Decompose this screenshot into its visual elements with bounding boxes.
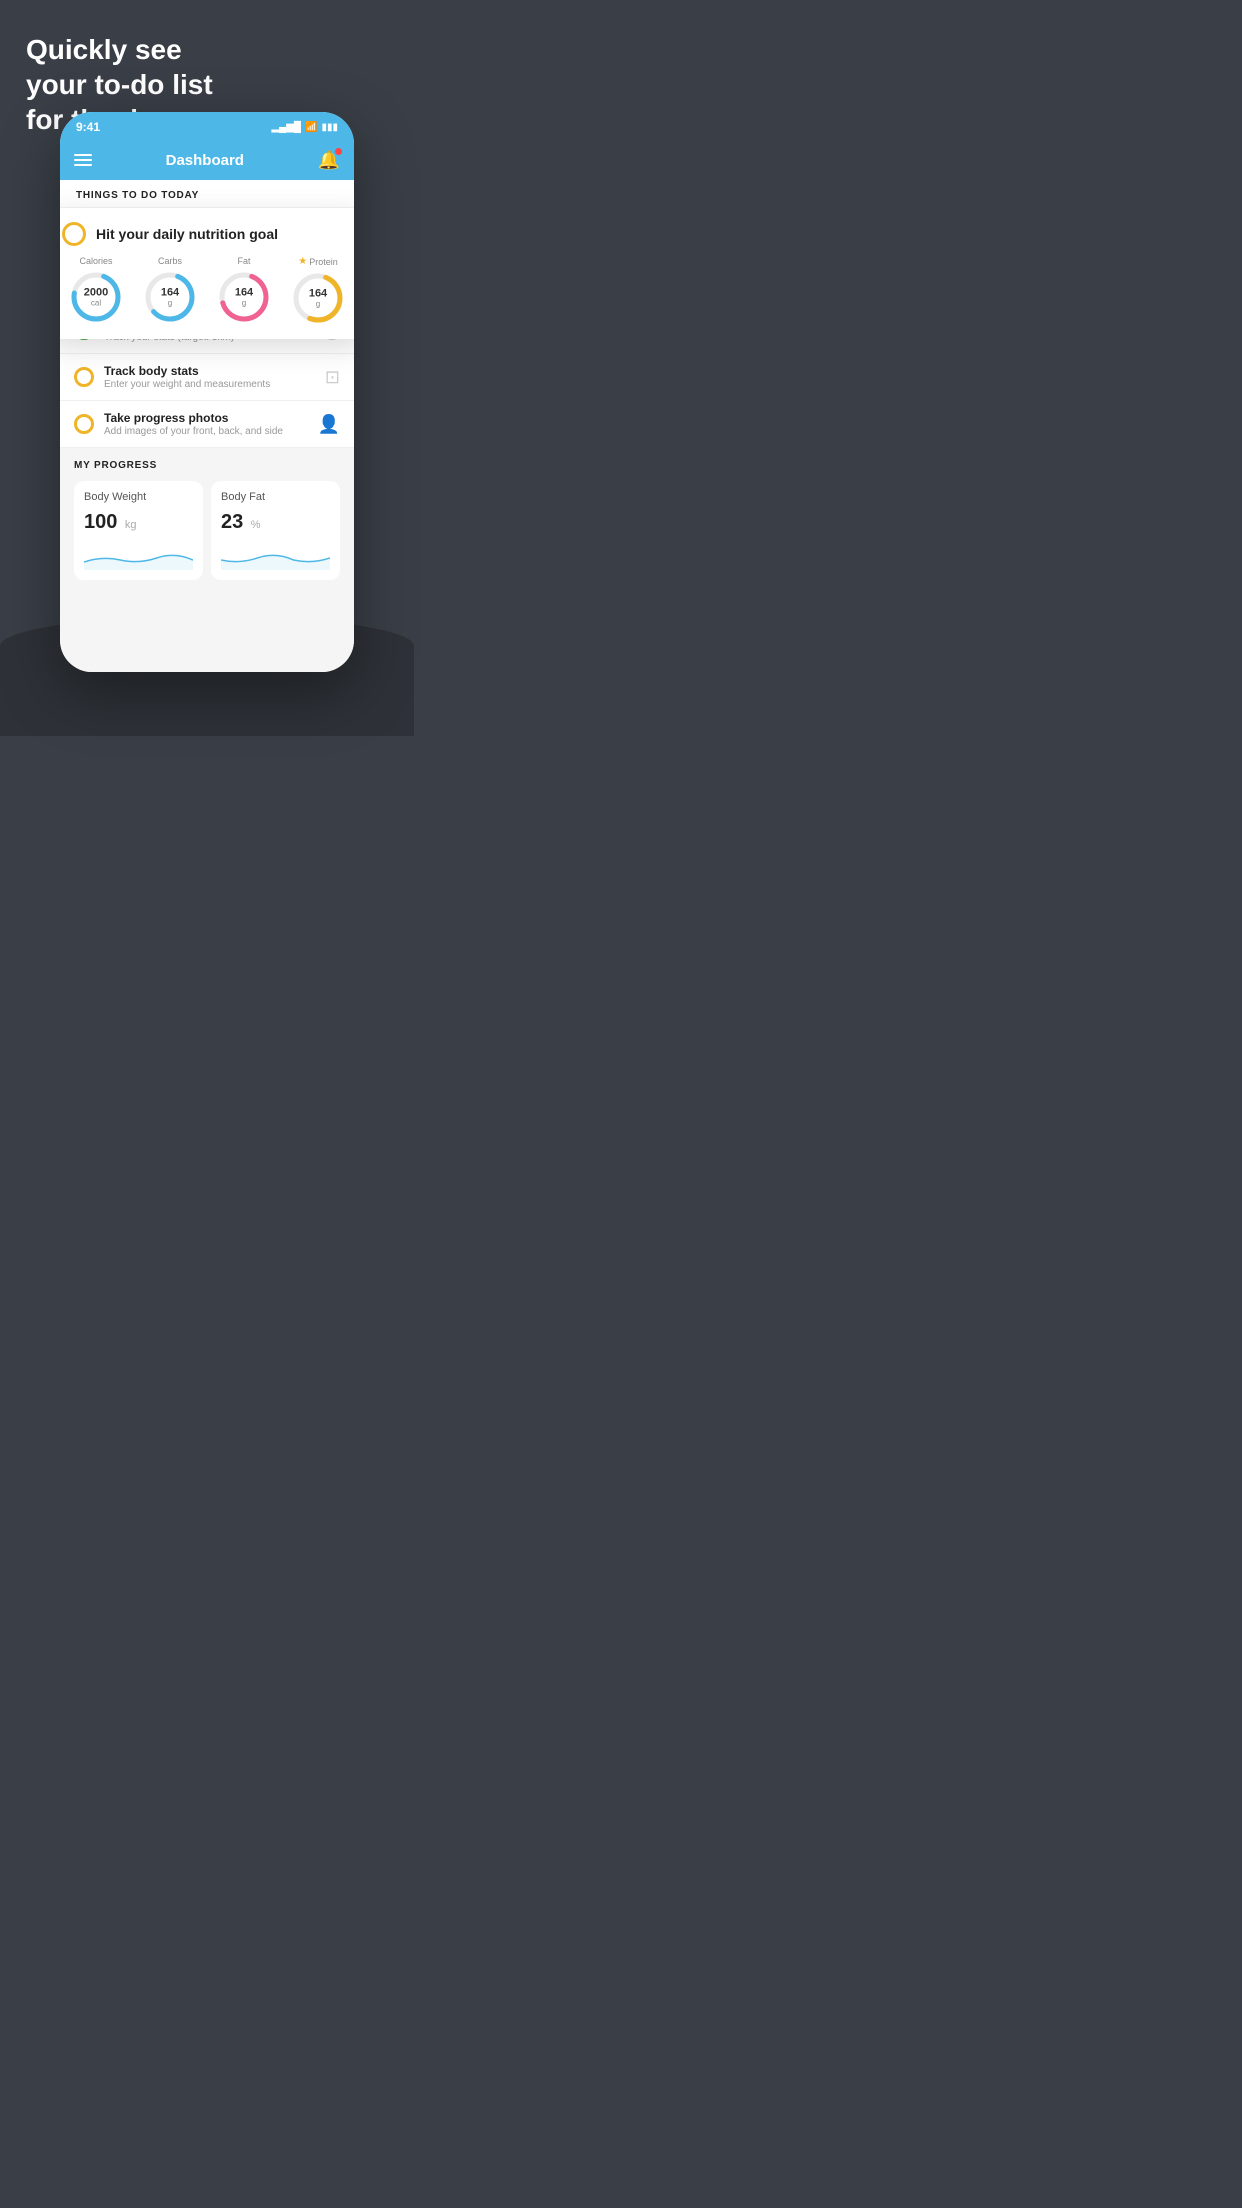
task-photos[interactable]: Take progress photos Add images of your … (60, 401, 354, 448)
photos-icon: 👤 (318, 414, 340, 435)
nutrition-card-title: Hit your daily nutrition goal (96, 226, 278, 242)
nutrition-protein: ★ Protein 164 g (291, 256, 345, 325)
main-content: THINGS TO DO TODAY Hit your daily nutrit… (60, 180, 354, 672)
body-weight-title: Body Weight (84, 491, 193, 503)
body-fat-title: Body Fat (221, 491, 330, 503)
body-stats-icon: ⊡ (325, 367, 340, 388)
nav-bar: Dashboard 🔔 (60, 140, 354, 180)
body-weight-value: 100 (84, 511, 117, 533)
star-icon: ★ (298, 256, 307, 267)
status-bar: 9:41 ▂▄▆█ 📶 ▮▮▮ (60, 112, 354, 140)
signal-icon: ▂▄▆█ (271, 122, 301, 133)
bell-icon[interactable]: 🔔 (318, 150, 340, 171)
things-today-header: THINGS TO DO TODAY (60, 180, 354, 207)
hamburger-menu[interactable] (74, 154, 92, 166)
fat-label: Fat (237, 256, 250, 266)
progress-section: MY PROGRESS Body Weight 100 kg (60, 448, 354, 588)
body-stats-subtitle: Enter your weight and measurements (104, 379, 315, 390)
body-fat-unit: % (251, 519, 261, 531)
nutrition-carbs: Carbs 164 g (143, 256, 197, 324)
photos-check-circle[interactable] (74, 414, 94, 434)
protein-label-row: ★ Protein (298, 256, 338, 267)
body-weight-card[interactable]: Body Weight 100 kg (74, 481, 203, 580)
calories-value: 2000 (84, 286, 108, 298)
body-stats-check-circle[interactable] (74, 367, 94, 387)
status-time: 9:41 (76, 120, 100, 134)
carbs-unit: g (161, 299, 179, 308)
fat-donut: 164 g (217, 270, 271, 324)
body-fat-value: 23 (221, 511, 243, 533)
nutrition-card: Hit your daily nutrition goal Calories 2… (60, 208, 354, 339)
protein-unit: g (309, 300, 327, 309)
wifi-icon: 📶 (305, 122, 317, 133)
photos-subtitle: Add images of your front, back, and side (104, 426, 308, 437)
nutrition-check-circle[interactable] (62, 222, 86, 246)
nutrition-fat: Fat 164 g (217, 256, 271, 324)
nutrition-row: Calories 2000 cal Carbs (62, 256, 352, 325)
progress-cards: Body Weight 100 kg Body Fat (74, 481, 340, 580)
photos-info: Take progress photos Add images of your … (104, 411, 308, 437)
protein-label: Protein (309, 257, 338, 267)
progress-header: MY PROGRESS (74, 460, 340, 471)
task-body-stats[interactable]: Track body stats Enter your weight and m… (60, 354, 354, 401)
protein-donut: 164 g (291, 271, 345, 325)
photos-title: Take progress photos (104, 411, 308, 425)
fat-value: 164 (235, 286, 253, 298)
calories-donut: 2000 cal (69, 270, 123, 324)
calories-unit: cal (84, 299, 108, 308)
carbs-value: 164 (161, 286, 179, 298)
body-fat-chart (221, 542, 330, 570)
fat-unit: g (235, 299, 253, 308)
body-stats-title: Track body stats (104, 364, 315, 378)
body-fat-card[interactable]: Body Fat 23 % (211, 481, 340, 580)
protein-value: 164 (309, 287, 327, 299)
carbs-donut: 164 g (143, 270, 197, 324)
calories-label: Calories (79, 256, 112, 266)
body-weight-chart (84, 542, 193, 570)
carbs-label: Carbs (158, 256, 182, 266)
body-stats-info: Track body stats Enter your weight and m… (104, 364, 315, 390)
nav-title: Dashboard (166, 152, 244, 169)
phone-frame: 9:41 ▂▄▆█ 📶 ▮▮▮ Dashboard 🔔 THINGS TO DO… (60, 112, 354, 672)
battery-icon: ▮▮▮ (321, 122, 338, 133)
nutrition-calories: Calories 2000 cal (69, 256, 123, 324)
status-icons: ▂▄▆█ 📶 ▮▮▮ (271, 122, 338, 133)
bell-notification-dot (335, 148, 342, 155)
body-weight-unit: kg (125, 519, 137, 531)
